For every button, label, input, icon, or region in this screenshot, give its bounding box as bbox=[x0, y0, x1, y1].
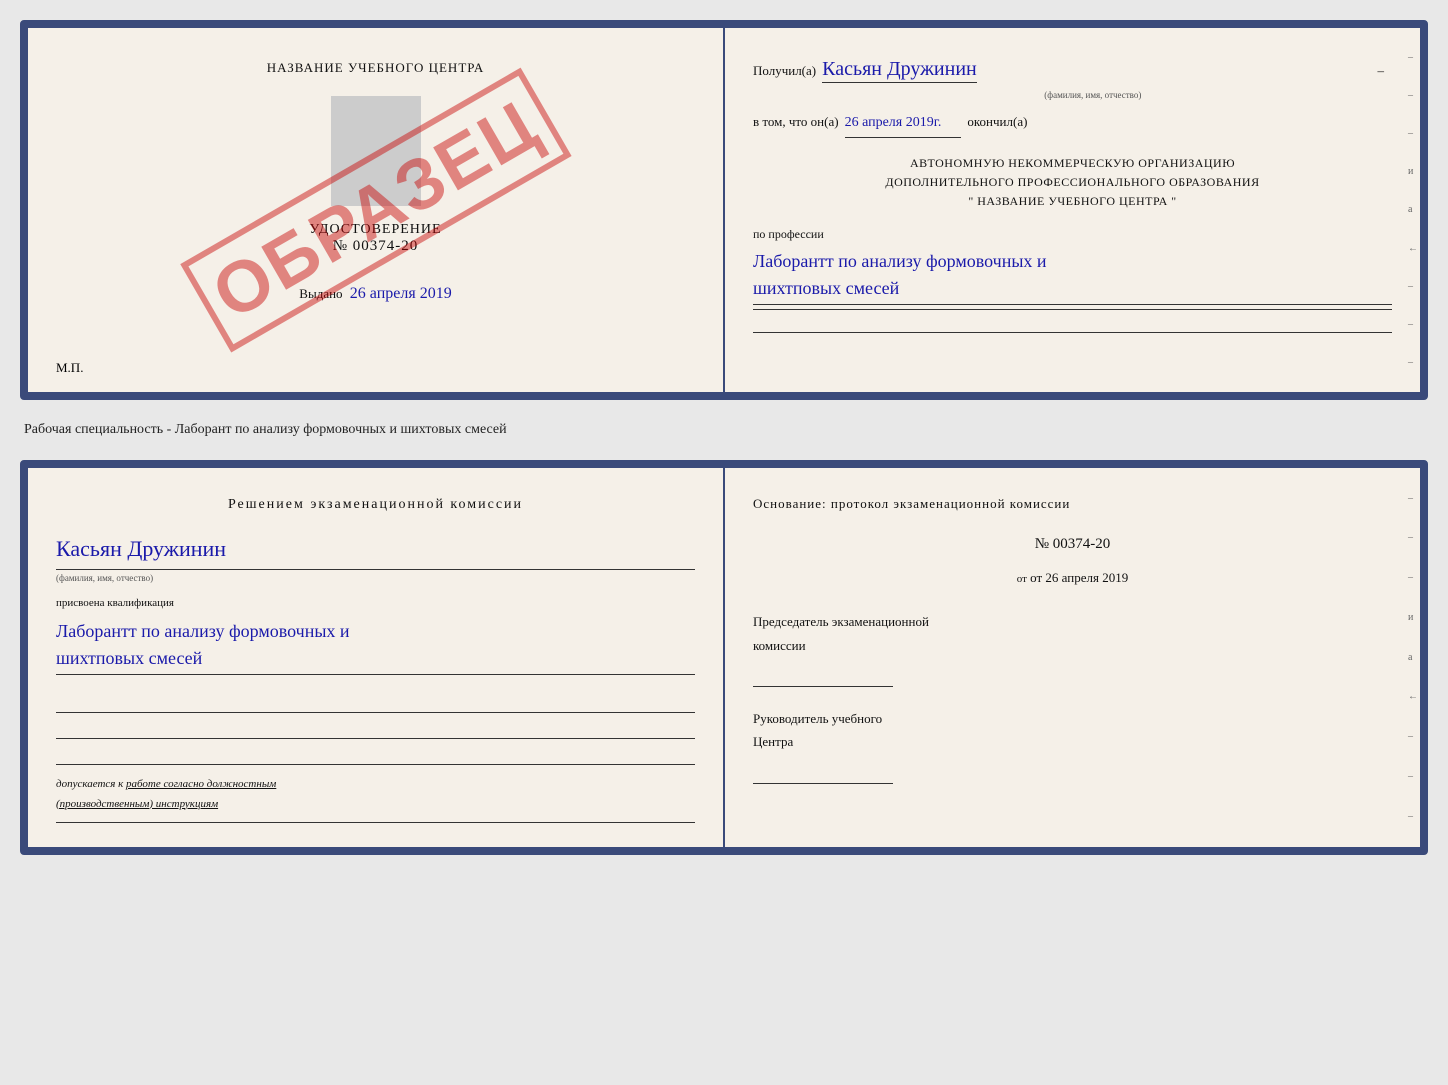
rukovoditel-title: Руководитель учебного Центра bbox=[753, 707, 1392, 754]
cert-block: УДОСТОВЕРЕНИЕ № 00374-20 bbox=[309, 222, 441, 255]
top-doc-left: НАЗВАНИЕ УЧЕБНОГО ЦЕНТРА УДОСТОВЕРЕНИЕ №… bbox=[28, 28, 723, 392]
recipient-name: Касьян Дружинин bbox=[822, 58, 977, 83]
poluchil-label: Получил(а) bbox=[753, 60, 816, 82]
top-doc-right: Получил(а) Касьян Дружинин (фамилия, имя… bbox=[725, 28, 1420, 392]
org-line2: ДОПОЛНИТЕЛЬНОГО ПРОФЕССИОНАЛЬНОГО ОБРАЗО… bbox=[753, 173, 1392, 192]
predsedatel-title: Председатель экзаменационной комиссии bbox=[753, 610, 1392, 657]
vydano-text: Выдано bbox=[299, 286, 342, 301]
resheniem-title: Решением экзаменационной комиссии bbox=[56, 492, 695, 517]
right-edge-marks: – – – и а ← – – – bbox=[1408, 28, 1418, 392]
poluchil-line: Получил(а) Касьян Дружинин (фамилия, имя… bbox=[753, 52, 1392, 103]
dopuskaetsya-line: допускается к работе согласно должностны… bbox=[56, 775, 695, 815]
mp-line: М.П. bbox=[56, 360, 83, 376]
completion-date: 26 апреля 2019г. bbox=[845, 111, 962, 138]
recipient-name-bottom: Касьян Дружинин bbox=[56, 529, 695, 570]
cert-number: № 00374-20 bbox=[309, 238, 441, 255]
protocol-number: № 00374-20 bbox=[753, 531, 1392, 558]
top-left-title: НАЗВАНИЕ УЧЕБНОГО ЦЕНТРА bbox=[267, 60, 484, 76]
photo-placeholder bbox=[331, 96, 421, 206]
fio-label-bottom: (фамилия, имя, отчество) bbox=[56, 570, 695, 586]
org-line3: " НАЗВАНИЕ УЧЕБНОГО ЦЕНТРА " bbox=[753, 192, 1392, 211]
signature-line-3 bbox=[56, 743, 695, 765]
rukovoditel-block: Руководитель учебного Центра bbox=[753, 707, 1392, 784]
middle-specialty-label: Рабочая специальность - Лаборант по анал… bbox=[24, 416, 1428, 444]
ot-date: от от 26 апреля 2019 bbox=[753, 566, 1392, 590]
cert-label: УДОСТОВЕРЕНИЕ bbox=[309, 222, 441, 238]
predsedatel-block: Председатель экзаменационной комиссии bbox=[753, 610, 1392, 687]
dopuskaetsya-text: допускается к bbox=[56, 778, 123, 790]
po-professii-label: по профессии bbox=[753, 224, 1392, 244]
vtom-line: в том, что он(а) 26 апреля 2019г. окончи… bbox=[753, 111, 1392, 138]
vydano-date: 26 апреля 2019 bbox=[350, 285, 452, 302]
bottom-document-card: Решением экзаменационной комиссии Касьян… bbox=[20, 460, 1428, 855]
vtom-label: в том, что он(а) bbox=[753, 111, 839, 133]
bottom-doc-right: Основание: протокол экзаменационной коми… bbox=[725, 468, 1420, 847]
org-block: АВТОНОМНУЮ НЕКОММЕРЧЕСКУЮ ОРГАНИЗАЦИЮ ДО… bbox=[753, 154, 1392, 212]
right-edge-marks-bottom: – – – и а ← – – – bbox=[1408, 468, 1418, 847]
bottom-lines bbox=[56, 691, 695, 765]
top-document-card: НАЗВАНИЕ УЧЕБНОГО ЦЕНТРА УДОСТОВЕРЕНИЕ №… bbox=[20, 20, 1428, 400]
bottom-doc-left: Решением экзаменационной комиссии Касьян… bbox=[28, 468, 723, 847]
vydano-line: Выдано 26 апреля 2019 bbox=[299, 285, 451, 303]
signature-line-1 bbox=[56, 691, 695, 713]
page-container: НАЗВАНИЕ УЧЕБНОГО ЦЕНТРА УДОСТОВЕРЕНИЕ №… bbox=[20, 20, 1428, 855]
osnovanie-title: Основание: протокол экзаменационной коми… bbox=[753, 492, 1392, 515]
fio-sublabel: (фамилия, имя, отчество) bbox=[822, 88, 1363, 103]
profession-bottom: Лаборантт по анализу формовочных и шихтп… bbox=[56, 618, 695, 675]
rukovoditel-signature-line bbox=[753, 762, 893, 784]
signature-line-2 bbox=[56, 717, 695, 739]
prisvoena-label: присвоена квалификация bbox=[56, 594, 695, 614]
predsedatel-signature-line bbox=[753, 665, 893, 687]
okonchil-label: окончил(а) bbox=[967, 111, 1027, 133]
name-line-bottom: Касьян Дружинин (фамилия, имя, отчество) bbox=[56, 529, 695, 586]
org-line1: АВТОНОМНУЮ НЕКОММЕРЧЕСКУЮ ОРГАНИЗАЦИЮ bbox=[753, 154, 1392, 173]
profession-text: Лаборантт по анализу формовочных и шихтп… bbox=[753, 248, 1392, 305]
